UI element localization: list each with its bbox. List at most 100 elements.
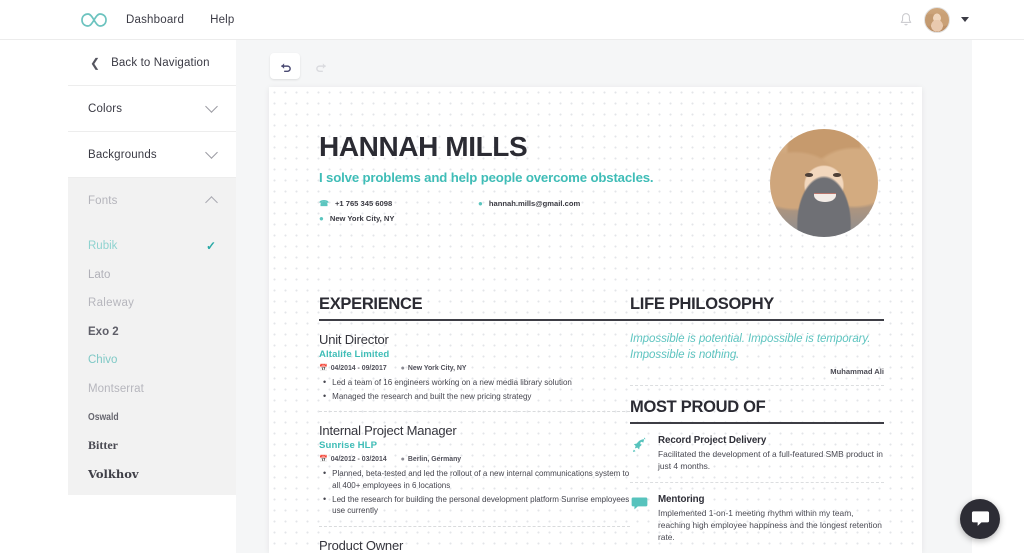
font-option-list: Rubik ✓ Lato Raleway Exo 2 Chivo Montser…	[68, 224, 236, 489]
font-option-montserrat[interactable]: Montserrat	[68, 375, 236, 404]
redo-button[interactable]	[306, 53, 336, 79]
bullet-dot: •	[323, 390, 327, 401]
top-bar-actions	[899, 6, 969, 33]
editor-sidebar: ❮ Back to Navigation Colors Backgrounds …	[68, 40, 236, 553]
profile-photo[interactable]	[770, 129, 878, 237]
chevron-down-icon[interactable]	[961, 17, 969, 22]
section-title-experience: EXPERIENCE	[319, 295, 423, 313]
experience-item[interactable]: Internal Project Manager Sunrise HLP 📅 04…	[319, 423, 630, 527]
experience-item[interactable]: Unit Director Altalife Limited 📅 04/2014 …	[319, 332, 630, 413]
sidebar-footer-area	[68, 495, 236, 553]
nav-link-dashboard[interactable]: Dashboard	[126, 14, 184, 26]
nav-link-help[interactable]: Help	[210, 14, 234, 26]
bullet-dot: •	[323, 377, 327, 388]
chat-bubble-icon	[630, 494, 649, 544]
section-rule	[319, 319, 630, 322]
calendar-icon: 📅	[319, 456, 328, 464]
contact-phone[interactable]: ☎ +1 765 345 6098	[319, 199, 478, 208]
redo-arrow-icon	[315, 62, 326, 72]
editor-toolbar	[270, 53, 336, 79]
divider	[319, 525, 630, 527]
back-to-navigation-label: Back to Navigation	[111, 56, 210, 69]
font-option-bitter[interactable]: Bitter	[68, 432, 236, 461]
job-meta: 📅 04/2014 - 09/2017 ● New York City, NY	[319, 364, 630, 373]
check-icon: ✓	[205, 239, 216, 254]
job-dates: 📅 04/2014 - 09/2017	[319, 364, 387, 373]
contact-location-value: New York City, NY	[329, 214, 395, 223]
font-option-label: Montserrat	[88, 382, 144, 395]
divider	[319, 411, 630, 413]
job-dates: 📅 04/2012 - 03/2014	[319, 455, 387, 464]
email-icon: ●	[478, 198, 483, 208]
job-bullets: • Planned, beta-tested and led the rollou…	[319, 468, 630, 516]
font-option-volkhov[interactable]: Volkhov	[68, 460, 236, 489]
resume-columns: EXPERIENCE Unit Director Altalife Limite…	[319, 295, 884, 553]
proud-item-text: Facilitated the development of a full-fe…	[658, 449, 883, 472]
photo-detail	[801, 173, 847, 177]
job-bullet: • Led the research for building the perso…	[323, 493, 630, 516]
experience-item[interactable]: Product Owner C Lab Services	[319, 538, 630, 553]
chevron-up-icon	[205, 196, 218, 209]
chevron-left-icon: ❮	[90, 55, 101, 70]
contact-email[interactable]: ● hannah.mills@gmail.com	[478, 199, 637, 208]
notification-bell-icon[interactable]	[899, 12, 913, 28]
font-option-oswald[interactable]: Oswald	[68, 403, 236, 432]
top-nav-links: Dashboard Help	[126, 14, 235, 26]
location-pin-icon: ●	[319, 213, 324, 223]
bullet-dot: •	[323, 468, 327, 479]
proud-item-body: Record Project Delivery Facilitated the …	[658, 435, 884, 472]
calendar-icon: 📅	[319, 365, 328, 373]
job-company: Altalife Limited	[319, 349, 390, 361]
section-rule	[630, 319, 884, 322]
phone-icon: ☎	[319, 198, 329, 208]
sidebar-section-colors[interactable]: Colors	[68, 86, 236, 132]
proud-item[interactable]: Record Project Delivery Facilitated the …	[630, 435, 884, 472]
proud-item-text: Implemented 1-on-1 meeting rhythm within…	[658, 507, 882, 542]
font-option-exo-2[interactable]: Exo 2	[68, 318, 236, 347]
undo-arrow-icon	[280, 62, 291, 72]
avatar[interactable]	[924, 6, 950, 33]
chat-bubble-icon	[971, 511, 989, 526]
font-option-chivo[interactable]: Chivo	[68, 346, 236, 375]
job-location: ● New York City, NY	[400, 364, 467, 372]
font-option-label: Chivo	[88, 354, 118, 367]
section-title-life-philosophy: LIFE PHILOSOPHY	[630, 295, 775, 313]
proud-item-body: Mentoring Implemented 1-on-1 meeting rhy…	[658, 494, 884, 544]
divider	[630, 481, 884, 483]
sidebar-section-fonts-label: Fonts	[88, 195, 118, 207]
job-title: Unit Director	[319, 332, 389, 348]
font-option-raleway[interactable]: Raleway	[68, 289, 236, 318]
chat-widget-button[interactable]	[960, 499, 1000, 539]
proud-item[interactable]: Mentoring Implemented 1-on-1 meeting rhy…	[630, 494, 884, 544]
infinity-logo-icon[interactable]	[78, 9, 112, 31]
philosophy-quote[interactable]: Impossible is potential. Impossible is t…	[630, 331, 884, 362]
chevron-down-icon	[205, 146, 218, 159]
font-option-rubik[interactable]: Rubik ✓	[68, 232, 236, 261]
job-bullet: • Led a team of 16 engineers working on a…	[323, 377, 572, 388]
resume-right-column: LIFE PHILOSOPHY Impossible is potential.…	[630, 295, 884, 553]
contact-location[interactable]: ● New York City, NY	[319, 214, 478, 223]
sidebar-section-fonts[interactable]: Fonts	[68, 178, 236, 224]
chevron-down-icon	[205, 100, 218, 113]
resume-left-column: EXPERIENCE Unit Director Altalife Limite…	[319, 295, 630, 553]
proud-item-title: Record Project Delivery	[658, 435, 767, 447]
font-option-label: Oswald	[88, 411, 119, 424]
job-bullet: • Managed the research and built the new …	[323, 390, 532, 401]
font-option-lato[interactable]: Lato	[68, 261, 236, 290]
photo-detail	[814, 193, 836, 202]
font-option-label: Lato	[88, 268, 111, 281]
section-title-most-proud-of: MOST PROUD OF	[630, 398, 766, 416]
proud-item-title: Mentoring	[658, 493, 705, 505]
font-option-label: Volkhov	[88, 467, 139, 482]
bullet-dot: •	[323, 493, 327, 504]
job-meta: 📅 04/2012 - 03/2014 ● Berlin, Germany	[319, 455, 630, 464]
editor-canvas: HANNAH MILLS I solve problems and help p…	[236, 40, 972, 553]
font-option-label: Exo 2	[88, 325, 119, 338]
back-to-navigation-button[interactable]: ❮ Back to Navigation	[68, 40, 236, 86]
resume-page[interactable]: HANNAH MILLS I solve problems and help p…	[269, 87, 922, 553]
sidebar-section-backgrounds[interactable]: Backgrounds	[68, 132, 236, 178]
undo-button[interactable]	[270, 53, 300, 79]
job-company: Sunrise HLP	[319, 440, 378, 452]
location-pin-icon: ●	[400, 364, 405, 372]
philosophy-author: Muhammad Ali	[830, 367, 884, 376]
